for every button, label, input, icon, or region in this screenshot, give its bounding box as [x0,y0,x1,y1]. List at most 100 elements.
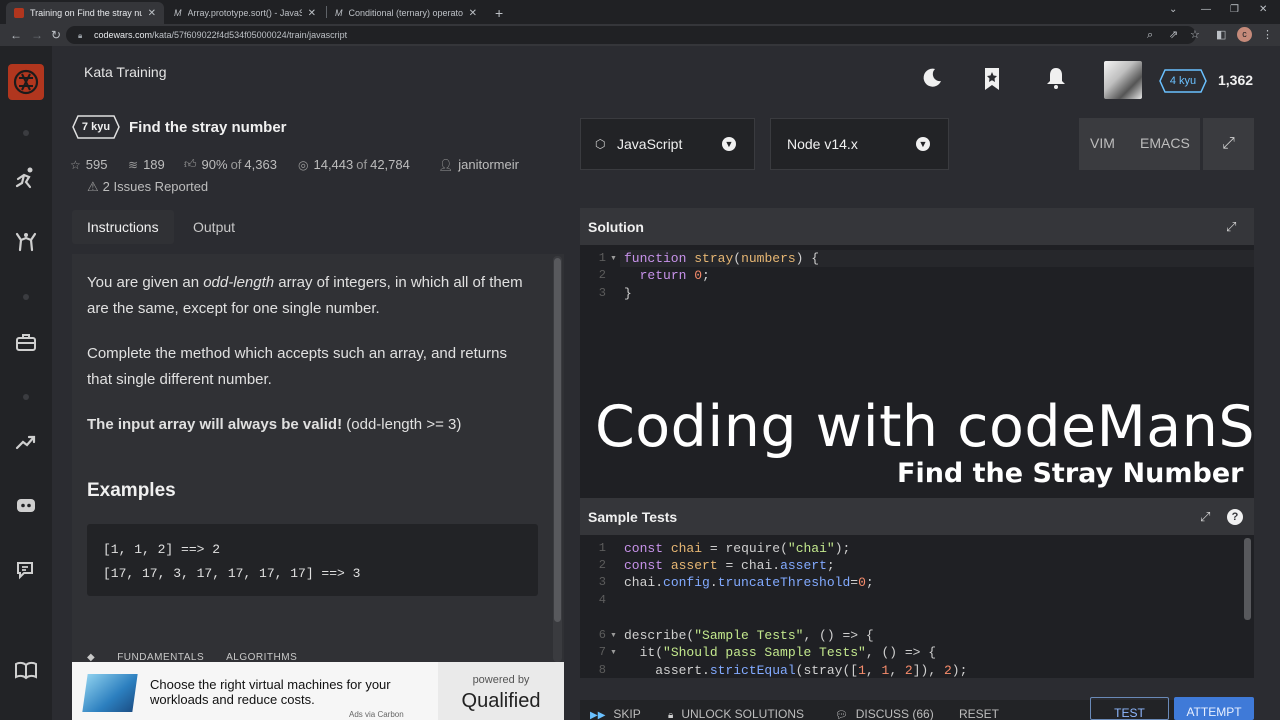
code-line[interactable]: describe("Sample Tests", () => { [624,627,874,644]
instructions-text: You are given an [87,274,204,291]
collections-count: 189 [143,157,165,172]
browser-tab-title: Training on Find the stray numbe [30,8,142,18]
leaderboard-trend-icon[interactable] [14,430,38,454]
moon-icon[interactable] [918,66,946,94]
url-host: codewars.com [94,30,153,40]
profile-avatar[interactable]: c [1237,27,1252,42]
qualified-sponsor[interactable]: powered by Qualified [438,662,564,720]
minimize-icon[interactable]: — [1201,4,1211,15]
close-tab-icon[interactable]: ✕ [308,8,316,19]
solution-header: Solution ⤢ [580,208,1254,245]
code-line[interactable]: it("Should pass Sample Tests", () => { [624,644,936,661]
expand-icon[interactable]: ⤢ [1200,509,1210,525]
emacs-mode-button[interactable]: EMACS [1140,135,1190,151]
fold-arrow-icon[interactable]: ▼ [610,250,617,267]
chat-icon[interactable] [14,558,38,582]
maximize-icon[interactable]: ❐ [1230,4,1239,15]
user-icon: 👤︎ [438,157,454,172]
code-line[interactable]: function stray(numbers) { [624,250,819,267]
tab-search-icon[interactable]: ⌄ [1169,4,1177,15]
fold-arrow-icon[interactable]: ▼ [610,644,617,661]
expand-icon[interactable]: ⤢ [1226,219,1236,235]
close-tab-icon[interactable]: ✕ [469,8,477,19]
instructions-panel: You are given an odd-length array of int… [72,254,564,664]
browser-tab-array-sort[interactable]: M Array.prototype.sort() - JavaScrip ✕ [166,2,324,24]
forward-arrow-icon[interactable]: → [31,28,43,42]
runtime-select[interactable]: Node v14.x ▼ [770,118,949,170]
discuss-button[interactable]: 💬︎ DISCUSS (66) [835,707,934,720]
issues-label: 2 Issues Reported [102,179,209,194]
test-button[interactable]: TEST [1090,697,1169,720]
close-window-icon[interactable]: ✕ [1259,4,1267,15]
docs-book-icon[interactable] [14,658,38,682]
browser-tab-title: Conditional (ternary) operator - J [348,8,463,18]
examples-code-block: [1, 1, 2] ==> 2 [17, 17, 3, 17, 17, 17, … [87,524,538,596]
author-link[interactable]: 👤︎ janitormeir [438,157,519,172]
chevron-down-icon: ▼ [722,137,736,151]
fold-arrow-icon[interactable]: ▼ [610,627,617,644]
line-number: 7 [598,645,606,659]
codewars-favicon-icon [14,8,24,18]
help-icon[interactable]: ? [1227,509,1243,525]
briefcase-icon[interactable] [14,330,38,354]
discord-icon[interactable] [14,494,38,518]
sidebar-icon[interactable]: ◧ [1216,28,1226,42]
examples-heading: Examples [87,480,176,501]
attempt-button[interactable]: ATTEMPT [1174,697,1254,720]
collections-stat[interactable]: ≋ 189 [128,157,165,172]
ad-via-label[interactable]: Ads via Carbon [349,710,404,719]
ad-text[interactable]: Choose the right virtual machines for yo… [150,677,430,707]
target-icon: ◎ [298,157,309,172]
bookmark-star-icon[interactable] [978,66,1006,94]
rank-badge: 4 kyu [1159,69,1207,93]
sidebar-divider [23,130,29,136]
lock-icon: 🔒︎ [78,31,83,40]
language-select[interactable]: ⬡ JavaScript ▼ [580,118,755,170]
star-outline-icon: ☆ [70,157,81,172]
tab-instructions[interactable]: Instructions [72,210,174,244]
search-icon[interactable]: ⌕ [1147,28,1153,42]
reset-button[interactable]: RESET [959,707,999,720]
stars-stat[interactable]: ☆ 595 [70,157,107,172]
back-arrow-icon[interactable]: ← [10,28,22,42]
ad-image[interactable] [82,674,138,712]
unlock-solutions-button[interactable]: 🔒︎ UNLOCK SOLUTIONS [668,707,804,720]
runtime-value: Node v14.x [787,136,858,152]
carbon-ad[interactable]: Choose the right virtual machines for yo… [72,662,564,720]
share-icon[interactable]: ⇗ [1169,28,1178,42]
line-number: 1 [598,541,606,555]
tab-output[interactable]: Output [178,210,250,244]
vim-mode-button[interactable]: VIM [1090,135,1115,151]
issues-reported-link[interactable]: ⚠ 2 Issues Reported [87,179,208,195]
url-field[interactable]: 🔒︎ codewars.com/kata/57f609022f4d534f050… [66,26,1196,44]
new-tab-button[interactable]: + [487,2,511,24]
close-tab-icon[interactable]: ✕ [148,8,156,19]
code-line[interactable]: return 0; [624,267,710,284]
practice-icon[interactable] [14,166,38,190]
code-line[interactable]: } [624,285,632,302]
completed-stat: ◎ 14,443 of 42,784 [298,157,410,172]
fullscreen-expand-icon[interactable]: ⤢ [1203,118,1254,170]
language-hex-icon: ⬡ [595,137,606,151]
kumite-icon[interactable] [14,230,38,254]
tests-scrollbar-thumb[interactable] [1244,538,1251,620]
browser-menu-icon[interactable]: ⋮ [1262,28,1273,42]
star-icon[interactable]: ☆ [1190,28,1200,42]
instructions-scrollbar-thumb[interactable] [554,258,561,622]
skip-button[interactable]: ▶▶ SKIP [590,707,641,720]
code-line[interactable]: chai.config.truncateThreshold=0; [624,574,874,591]
code-line[interactable]: const chai = require("chai"); [624,540,850,557]
overlay-title: Coding with codeManS [595,394,1256,460]
browser-tab-ternary[interactable]: M Conditional (ternary) operator - J ✕ [327,2,485,24]
user-avatar[interactable] [1104,61,1142,99]
reload-icon[interactable]: ↻ [51,28,61,42]
bell-icon[interactable] [1042,66,1070,94]
codewars-logo[interactable] [8,64,44,100]
example-line: [17, 17, 3, 17, 17, 17, 17] ==> 3 [103,566,361,581]
kyu-label: 7 kyu [81,121,111,133]
url-path: /kata/57f609022f4d534f05000024/train/jav… [152,30,348,40]
code-line[interactable]: assert.strictEqual(stray([1, 1, 2]), 2); [624,662,967,679]
browser-tab-training[interactable]: Training on Find the stray numbe ✕ [6,2,164,24]
code-line[interactable]: const assert = chai.assert; [624,557,835,574]
section-title: Kata Training [84,64,167,80]
